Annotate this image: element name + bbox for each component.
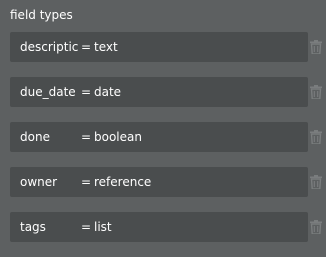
field-name: descriptic — [20, 40, 79, 54]
section-title: field types — [10, 8, 73, 22]
field-row-pill[interactable]: due_date = date — [10, 77, 308, 107]
field-row-pill[interactable]: owner = reference — [10, 167, 308, 197]
field-type: date — [94, 85, 122, 99]
field-name: owner — [20, 175, 58, 189]
field-row: done = boolean — [10, 122, 326, 152]
field-name: tags — [20, 220, 46, 234]
trash-icon[interactable] — [310, 130, 322, 144]
field-row-pill[interactable]: done = boolean — [10, 122, 308, 152]
trash-icon[interactable] — [310, 175, 322, 189]
field-type: boolean — [94, 130, 142, 144]
trash-icon[interactable] — [310, 85, 322, 99]
field-row-pill[interactable]: tags = list — [10, 212, 308, 242]
trash-icon[interactable] — [310, 40, 322, 54]
field-row: tags = list — [10, 212, 326, 242]
field-name: due_date — [20, 85, 76, 99]
equals-sign: = — [80, 175, 92, 189]
equals-sign: = — [80, 220, 92, 234]
field-row-pill[interactable]: descriptic = text — [10, 32, 308, 62]
equals-sign: = — [80, 130, 92, 144]
field-name: done — [20, 130, 50, 144]
field-row: due_date = date — [10, 77, 326, 107]
equals-sign: = — [80, 85, 92, 99]
field-type: reference — [94, 175, 152, 189]
trash-icon[interactable] — [310, 220, 322, 234]
field-type: text — [94, 40, 118, 54]
field-list: descriptic = text due_date = date done =… — [10, 32, 326, 257]
field-row: descriptic = text — [10, 32, 326, 62]
field-row: owner = reference — [10, 167, 326, 197]
field-type: list — [94, 220, 112, 234]
equals-sign: = — [80, 40, 92, 54]
